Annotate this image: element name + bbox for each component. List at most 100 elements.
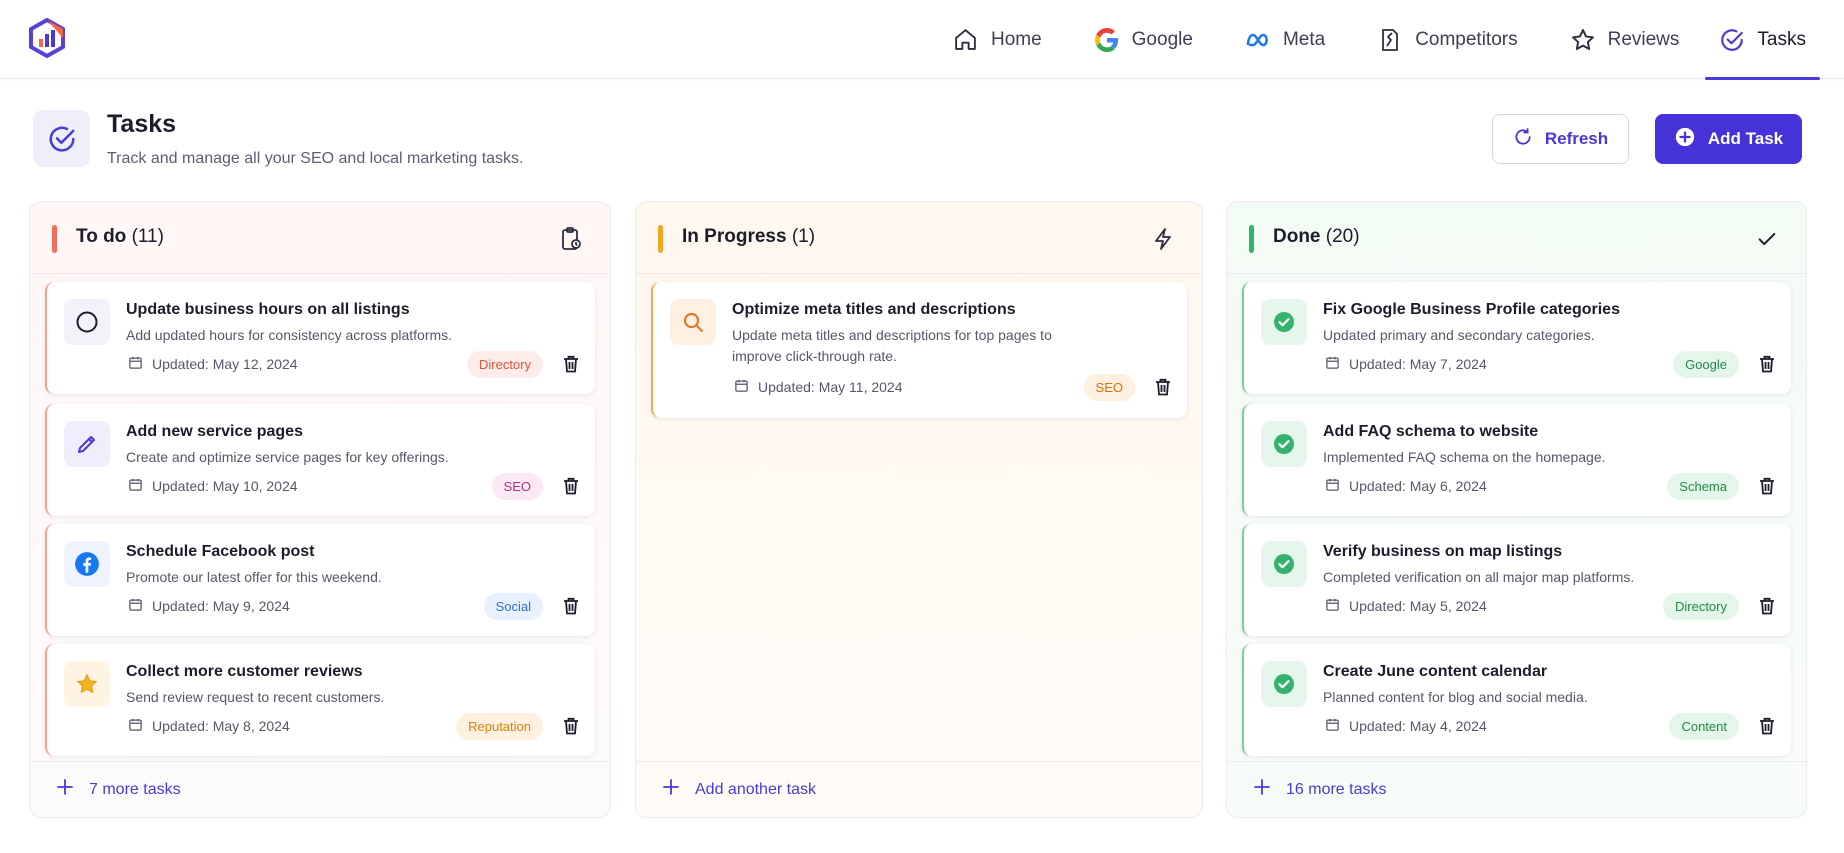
- trash-icon[interactable]: [561, 354, 581, 374]
- nav-item-tasks[interactable]: Tasks: [1705, 0, 1820, 80]
- task-tag: SEO: [491, 473, 543, 500]
- column-header: Done (20): [1227, 202, 1806, 274]
- task-title: Schedule Facebook post: [126, 543, 315, 560]
- task-description: Completed verification on all major map …: [1323, 569, 1635, 585]
- calendar-icon: [128, 355, 143, 373]
- task-title: Fix Google Business Profile categories: [1323, 301, 1620, 318]
- todo-column: To do (11) Update business hours on all …: [29, 201, 611, 818]
- trash-icon[interactable]: [1757, 716, 1777, 736]
- task-card[interactable]: Optimize meta titles and descriptions Up…: [651, 282, 1187, 418]
- top-nav-bar: Home Google Meta Competitors Reviews Tas…: [0, 0, 1844, 80]
- plus-icon: [1254, 779, 1270, 800]
- task-tag: Google: [1673, 351, 1739, 378]
- nav-item-competitors[interactable]: Competitors: [1351, 0, 1543, 79]
- google-icon: [1094, 27, 1120, 53]
- competitors-icon: [1377, 27, 1403, 53]
- task-card[interactable]: Add FAQ schema to website Implemented FA…: [1242, 404, 1791, 516]
- tasks-page-icon: [33, 110, 90, 167]
- task-tag: Social: [483, 593, 543, 620]
- calendar-icon: [1325, 477, 1340, 495]
- task-tag: SEO: [1083, 374, 1135, 401]
- column-accent-bar: [52, 225, 57, 253]
- lightning-icon[interactable]: [1150, 226, 1176, 252]
- calendar-icon: [128, 597, 143, 615]
- task-description: Updated primary and secondary categories…: [1323, 327, 1595, 343]
- trash-icon[interactable]: [561, 596, 581, 616]
- nav-item-home[interactable]: Home: [927, 0, 1068, 79]
- show-more-tasks-link[interactable]: 16 more tasks: [1227, 761, 1806, 817]
- nav-item-label: Tasks: [1757, 28, 1806, 50]
- nav-item-reviews[interactable]: Reviews: [1544, 0, 1706, 79]
- clipboard-icon[interactable]: [558, 226, 584, 252]
- task-card[interactable]: Update business hours on all listings Ad…: [45, 282, 595, 394]
- task-date: Updated: May 8, 2024: [128, 717, 290, 735]
- trash-icon[interactable]: [1153, 377, 1173, 397]
- calendar-icon: [734, 378, 749, 396]
- task-tag: Directory: [466, 351, 543, 378]
- trash-icon[interactable]: [1757, 476, 1777, 496]
- task-title: Collect more customer reviews: [126, 663, 363, 680]
- task-date: Updated: May 5, 2024: [1325, 597, 1487, 615]
- task-description: Send review request to recent customers.: [126, 689, 385, 705]
- circle-icon: [64, 299, 110, 345]
- task-card[interactable]: Verify business on map listings Complete…: [1242, 524, 1791, 636]
- calendar-icon: [128, 477, 143, 495]
- task-card[interactable]: Schedule Facebook post Promote our lates…: [45, 524, 595, 636]
- task-card[interactable]: Add new service pages Create and optimiz…: [45, 404, 595, 516]
- trash-icon[interactable]: [561, 716, 581, 736]
- task-date: Updated: May 7, 2024: [1325, 355, 1487, 373]
- column-count: (11): [131, 226, 164, 247]
- check-circle-icon: [1261, 421, 1307, 467]
- task-description: Update meta titles and descriptions for …: [732, 327, 1052, 364]
- task-tag: Schema: [1667, 473, 1739, 500]
- app-logo[interactable]: [28, 17, 66, 59]
- task-title: Create June content calendar: [1323, 663, 1548, 680]
- trash-icon[interactable]: [1757, 596, 1777, 616]
- column-count: (20): [1325, 226, 1360, 247]
- nav-item-meta[interactable]: Meta: [1219, 0, 1351, 79]
- task-description: Add updated hours for consistency across…: [126, 327, 453, 343]
- nav-item-label: Meta: [1282, 28, 1326, 50]
- add-task-button[interactable]: Add Task: [1655, 114, 1802, 164]
- task-date: Updated: May 10, 2024: [128, 477, 298, 495]
- task-title: Optimize meta titles and descriptions: [732, 301, 1016, 318]
- task-description: Implemented FAQ schema on the homepage.: [1323, 449, 1606, 465]
- in-progress-column: In Progress (1) Optimize meta titles and…: [635, 201, 1203, 818]
- show-more-tasks-link[interactable]: 7 more tasks: [30, 761, 610, 817]
- task-date: Updated: May 12, 2024: [128, 355, 298, 373]
- column-header: In Progress (1): [636, 202, 1202, 274]
- trash-icon[interactable]: [1757, 354, 1777, 374]
- refresh-button[interactable]: Refresh: [1492, 114, 1629, 164]
- nav-item-label: Home: [990, 28, 1042, 50]
- meta-icon: [1245, 27, 1271, 53]
- task-date: Updated: May 9, 2024: [128, 597, 290, 615]
- task-date: Updated: May 4, 2024: [1325, 717, 1487, 735]
- calendar-icon: [1325, 717, 1340, 735]
- task-card[interactable]: Fix Google Business Profile categories U…: [1242, 282, 1791, 394]
- search-icon: [670, 299, 716, 345]
- column-title: To do (11): [76, 226, 164, 247]
- calendar-icon: [128, 717, 143, 735]
- task-description: Create and optimize service pages for ke…: [126, 449, 449, 465]
- trash-icon[interactable]: [561, 476, 581, 496]
- task-description: Promote our latest offer for this weeken…: [126, 569, 382, 585]
- check-icon[interactable]: [1754, 226, 1780, 252]
- refresh-label: Refresh: [1544, 129, 1609, 148]
- task-card[interactable]: Collect more customer reviews Send revie…: [45, 644, 595, 756]
- plus-circle-icon: [1674, 126, 1696, 153]
- add-task-label: Add Task: [1707, 129, 1784, 148]
- check-circle-icon: [1261, 299, 1307, 345]
- plus-icon: [57, 779, 73, 800]
- nav-item-google[interactable]: Google: [1068, 0, 1219, 79]
- task-tag: Content: [1669, 713, 1739, 740]
- column-count: (1): [791, 226, 816, 247]
- task-tag: Reputation: [456, 713, 543, 740]
- task-card[interactable]: Create June content calendar Planned con…: [1242, 644, 1791, 756]
- pencil-icon: [64, 421, 110, 467]
- calendar-icon: [1325, 597, 1340, 615]
- add-another-task-link[interactable]: Add another task: [636, 761, 1202, 817]
- column-title: Done (20): [1273, 226, 1360, 247]
- column-accent-bar: [658, 225, 663, 253]
- task-title: Update business hours on all listings: [126, 301, 410, 318]
- calendar-icon: [1325, 355, 1340, 373]
